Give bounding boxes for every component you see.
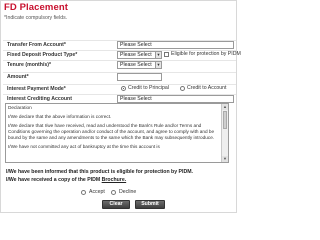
submit-button[interactable]: Submit — [135, 200, 165, 209]
declaration-paragraph-3: I/We have not committed any act of bankr… — [8, 144, 160, 149]
pidm-info-line-2: I/We have received a copy of the PIDM Br… — [6, 177, 126, 183]
declaration-heading: Declaration — [8, 105, 32, 110]
credit-to-principal-radio[interactable] — [121, 86, 126, 91]
amount-input[interactable] — [117, 73, 162, 81]
transfer-from-value: Please Select — [120, 42, 152, 48]
pidm-eligible-label: Eligible for protection by PIDM — [171, 51, 241, 57]
fd-type-select[interactable]: Please Select ▼ — [117, 51, 162, 59]
required-note: *Indicate compulsory fields. — [4, 15, 68, 21]
tenure-select[interactable]: Please Select ▼ — [117, 61, 162, 69]
interest-crediting-value: Please Select — [120, 96, 152, 102]
transfer-from-label: Transfer From Account* — [7, 42, 66, 48]
accept-radio[interactable] — [81, 190, 86, 195]
fd-placement-panel: FD Placement *Indicate compulsory fields… — [0, 0, 241, 213]
declaration-scrollbar[interactable]: ▲ ▼ — [221, 104, 228, 162]
tenure-label: Tenure (month/s)* — [7, 62, 51, 68]
pidm-brochure-link[interactable]: Brochure. — [102, 177, 127, 183]
credit-to-principal-label: Credit to Principal — [128, 85, 169, 91]
chevron-down-icon: ▼ — [155, 62, 161, 68]
arrow-down-icon[interactable]: ▼ — [222, 156, 228, 162]
amount-label: Amount* — [7, 74, 29, 80]
pidm-eligible-checkbox[interactable] — [164, 52, 169, 57]
interest-crediting-select[interactable]: Please Select — [117, 95, 234, 103]
pidm-info-line-1: I/We have been informed that this produc… — [6, 169, 193, 175]
arrow-up-icon[interactable]: ▲ — [222, 104, 228, 110]
fd-type-label: Fixed Deposit Product Type* — [7, 52, 78, 58]
declaration-text: Declaration I/We declare that the above … — [8, 105, 219, 153]
clear-button[interactable]: Clear — [102, 200, 130, 209]
interest-crediting-label: Interest Crediting Account — [7, 96, 72, 102]
decline-label: Decline — [119, 189, 137, 195]
interest-payment-label: Interest Payment Mode* — [7, 86, 66, 92]
decline-radio[interactable] — [111, 190, 116, 195]
credit-to-account-label: Credit to Account — [187, 85, 227, 91]
accept-label: Accept — [89, 189, 105, 195]
chevron-down-icon: ▼ — [155, 52, 161, 58]
transfer-from-select[interactable]: Please Select — [117, 41, 234, 49]
pidm-info-prefix: I/We have received a copy of the PIDM — [6, 177, 101, 183]
declaration-paragraph-1: I/We declare that the above information … — [8, 114, 112, 119]
declaration-paragraph-2: I/We declare that I/we have received, re… — [8, 123, 215, 140]
fd-type-value: Please Select — [120, 52, 152, 58]
credit-to-account-radio[interactable] — [180, 86, 185, 91]
page-title: FD Placement — [4, 2, 69, 13]
scrollbar-thumb[interactable] — [223, 111, 227, 129]
tenure-value: Please Select — [120, 62, 152, 68]
declaration-box[interactable]: Declaration I/We declare that the above … — [5, 103, 229, 163]
